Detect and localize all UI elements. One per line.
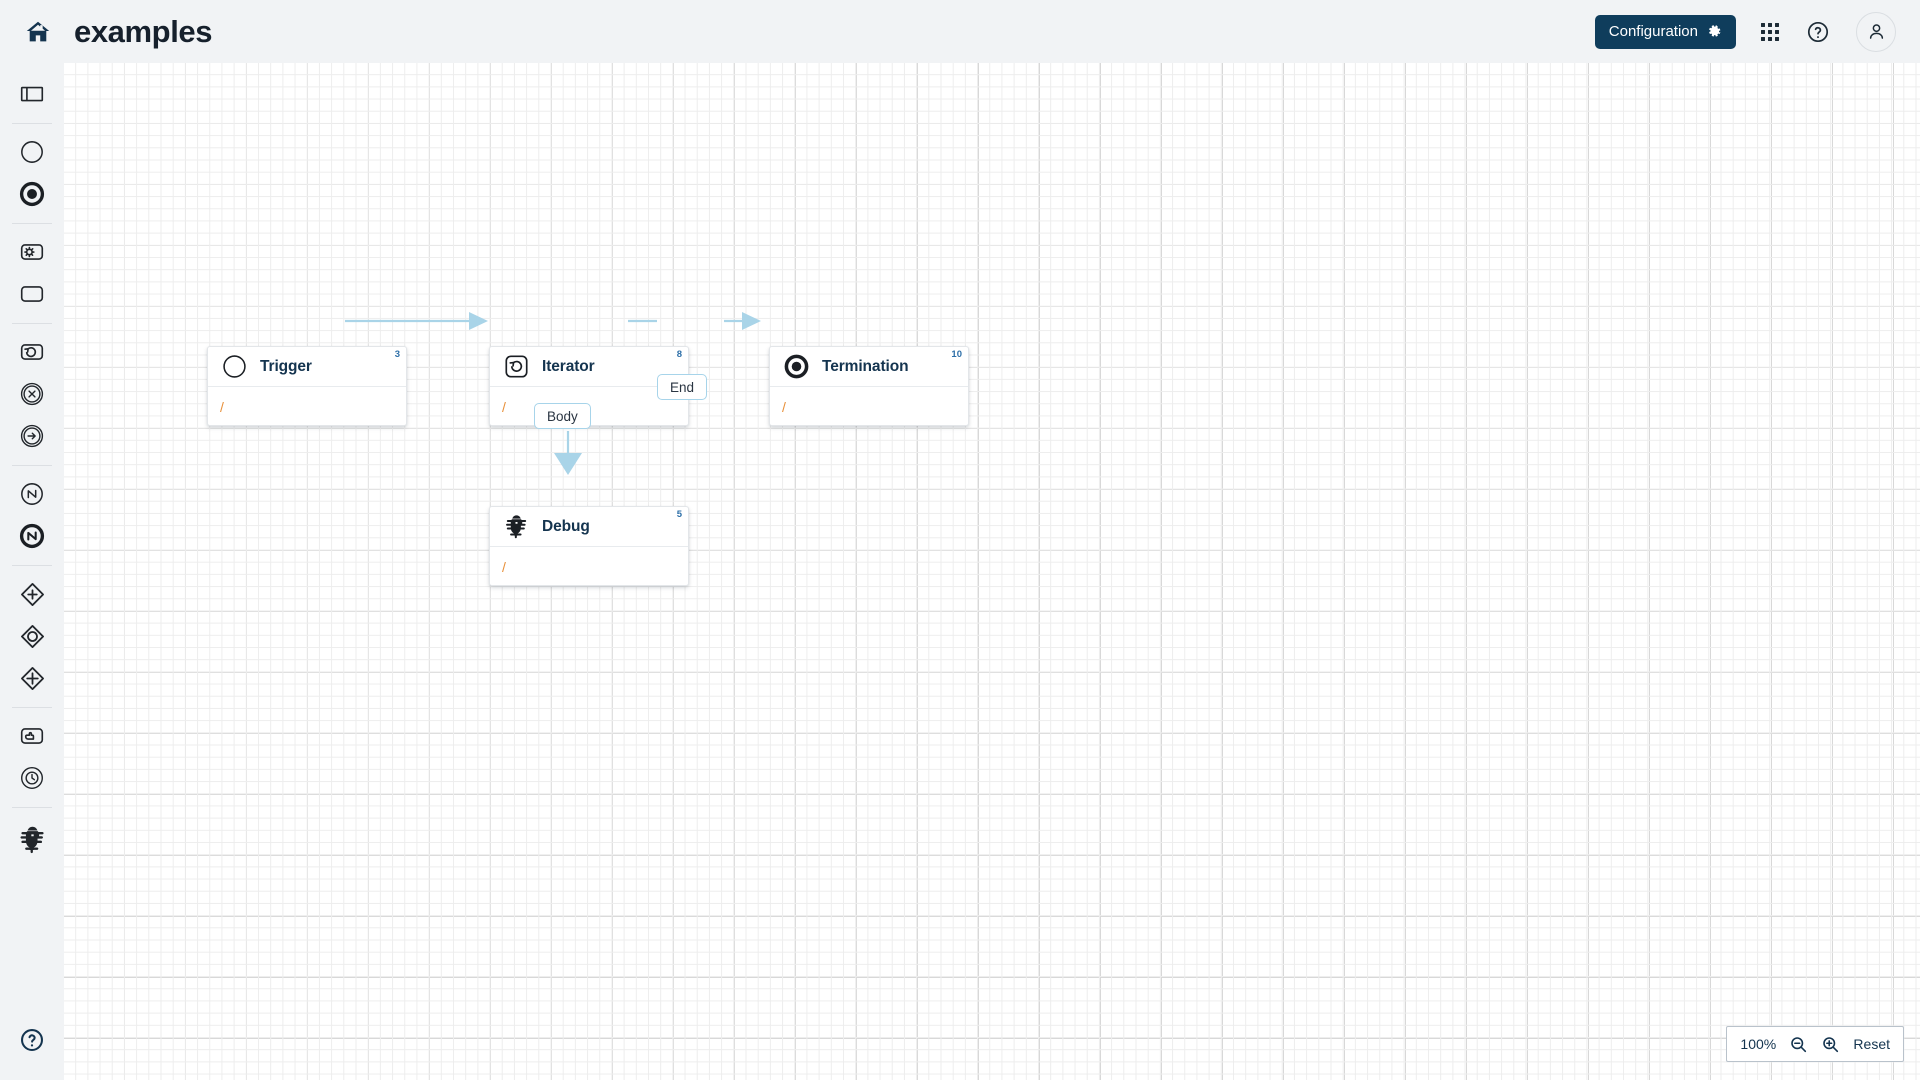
trigger-circle-icon[interactable] xyxy=(12,134,52,170)
signal-filled-circle-icon[interactable] xyxy=(12,518,52,554)
circle-outline-icon xyxy=(220,353,248,381)
panel-toggle-icon[interactable] xyxy=(12,76,52,112)
node-value: / xyxy=(220,398,224,415)
flow-node-trigger[interactable]: Trigger 3 / xyxy=(207,346,407,426)
node-value: / xyxy=(782,398,786,415)
toolbar-divider xyxy=(12,123,52,124)
configuration-button-label: Configuration xyxy=(1608,23,1698,40)
header-right-group: Configuration xyxy=(1594,11,1896,52)
toolbar-divider xyxy=(12,707,52,708)
node-badge: 5 xyxy=(676,509,682,520)
apps-grid-icon[interactable] xyxy=(1756,18,1784,46)
cancel-circle-x-icon[interactable] xyxy=(12,376,52,412)
node-title: Debug xyxy=(542,517,590,535)
toolbar-divider xyxy=(12,565,52,566)
zoom-in-icon[interactable] xyxy=(1821,1035,1840,1054)
top-header: examples Configuration xyxy=(0,0,1920,63)
header-left-group: examples xyxy=(24,14,213,49)
manual-hand-rect-icon[interactable] xyxy=(12,718,52,754)
left-toolbar xyxy=(0,63,64,1080)
zoom-level-label: 100% xyxy=(1740,1036,1777,1052)
main-body: Trigger 3 / Iterator 8 / Termination 10 … xyxy=(0,63,1920,1080)
plain-rect-icon[interactable] xyxy=(12,276,52,312)
flow-node-termination[interactable]: Termination 10 / xyxy=(769,346,969,426)
home-icon[interactable] xyxy=(24,18,52,46)
forward-circle-arrow-icon[interactable] xyxy=(12,418,52,454)
zoom-control: 100% Reset xyxy=(1726,1026,1904,1062)
zoom-reset-button[interactable]: Reset xyxy=(1853,1036,1890,1052)
diamond-circle-icon[interactable] xyxy=(12,618,52,654)
node-badge: 10 xyxy=(951,349,962,360)
node-title: Iterator xyxy=(542,357,595,375)
node-header: Termination 10 xyxy=(770,347,968,387)
diamond-cross-icon[interactable] xyxy=(12,576,52,612)
node-title: Termination xyxy=(822,357,909,375)
flow-node-debug[interactable]: Debug 5 / xyxy=(489,506,689,586)
debug-bug-icon[interactable] xyxy=(12,818,52,860)
signal-circle-icon[interactable] xyxy=(12,476,52,512)
edge-label-end[interactable]: End xyxy=(657,374,708,400)
toolbar-divider xyxy=(12,807,52,808)
task-gear-rect-icon[interactable] xyxy=(12,234,52,270)
user-avatar-icon[interactable] xyxy=(1856,11,1896,52)
diamond-plus-icon[interactable] xyxy=(12,660,52,696)
configuration-button[interactable]: Configuration xyxy=(1594,14,1736,49)
toolbar-help-icon[interactable] xyxy=(12,1022,52,1058)
toolbar-divider xyxy=(12,223,52,224)
circle-filled-ring-icon xyxy=(782,353,810,381)
bug-icon xyxy=(502,513,530,541)
page-title: examples xyxy=(74,14,213,49)
zoom-out-icon[interactable] xyxy=(1789,1035,1808,1054)
iterator-loop-rect-icon[interactable] xyxy=(12,334,52,370)
application-window: examples Configuration Trigger 3 / Itera… xyxy=(0,0,1920,1080)
timer-clock-circle-icon[interactable] xyxy=(12,760,52,796)
node-header: Trigger 3 xyxy=(208,347,406,387)
gear-icon xyxy=(1707,24,1722,39)
toolbar-divider xyxy=(12,323,52,324)
node-title: Trigger xyxy=(260,357,312,375)
termination-filled-circle-icon[interactable] xyxy=(12,176,52,212)
flow-canvas[interactable]: Trigger 3 / Iterator 8 / Termination 10 … xyxy=(64,63,1920,1080)
node-header: Debug 5 xyxy=(490,507,688,547)
help-circle-icon[interactable] xyxy=(1804,18,1832,46)
node-badge: 8 xyxy=(676,349,682,360)
node-badge: 3 xyxy=(394,349,400,360)
edge-label-body[interactable]: Body xyxy=(534,403,591,429)
node-value: / xyxy=(502,558,506,575)
loop-rect-icon xyxy=(502,353,530,381)
flow-edges xyxy=(345,312,761,475)
toolbar-divider xyxy=(12,465,52,466)
